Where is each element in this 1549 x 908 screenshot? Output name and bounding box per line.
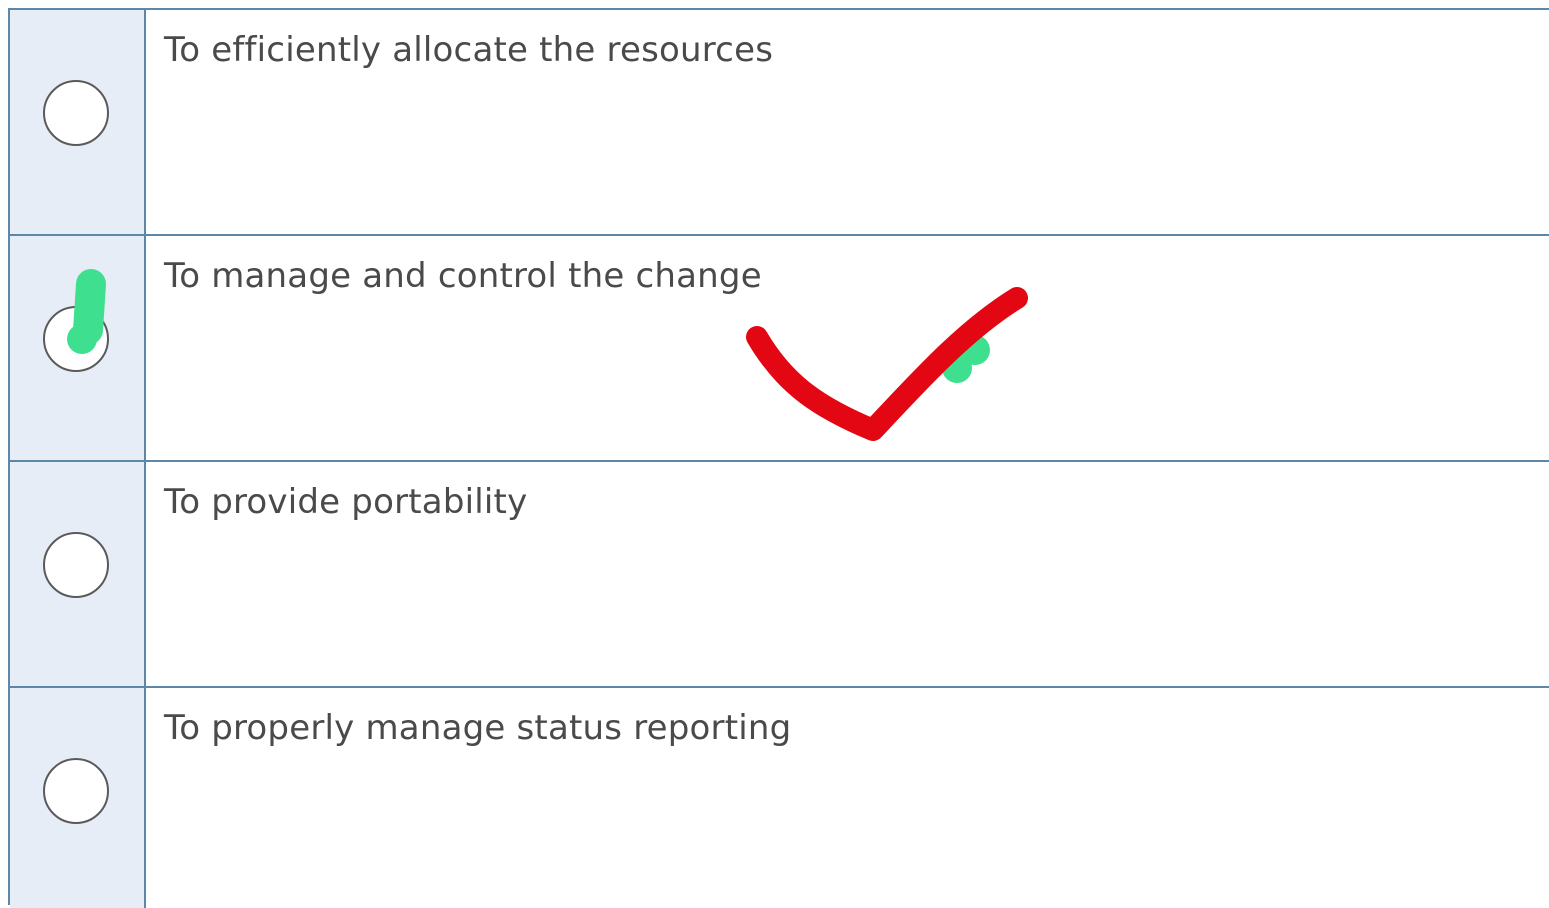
option-radio-4[interactable] — [43, 758, 109, 824]
option-label-2: To manage and control the change — [164, 256, 762, 296]
option-row-2[interactable]: To manage and control the change — [10, 236, 1549, 462]
radio-cell — [10, 10, 146, 234]
option-radio-2[interactable] — [43, 306, 109, 372]
option-radio-3[interactable] — [43, 532, 109, 598]
radio-cell — [10, 688, 146, 908]
option-row-1[interactable]: To efficiently allocate the resources — [10, 10, 1549, 236]
radio-cell — [10, 462, 146, 686]
answer-options-table: To efficiently allocate the resources To… — [8, 8, 1549, 908]
option-label-1: To efficiently allocate the resources — [164, 30, 774, 70]
option-label-3: To provide portability — [164, 482, 528, 522]
option-radio-1[interactable] — [43, 80, 109, 146]
option-label-4: To properly manage status reporting — [164, 708, 792, 748]
radio-cell — [10, 236, 146, 460]
option-row-3[interactable]: To provide portability — [10, 462, 1549, 688]
option-row-4[interactable]: To properly manage status reporting — [10, 688, 1549, 908]
